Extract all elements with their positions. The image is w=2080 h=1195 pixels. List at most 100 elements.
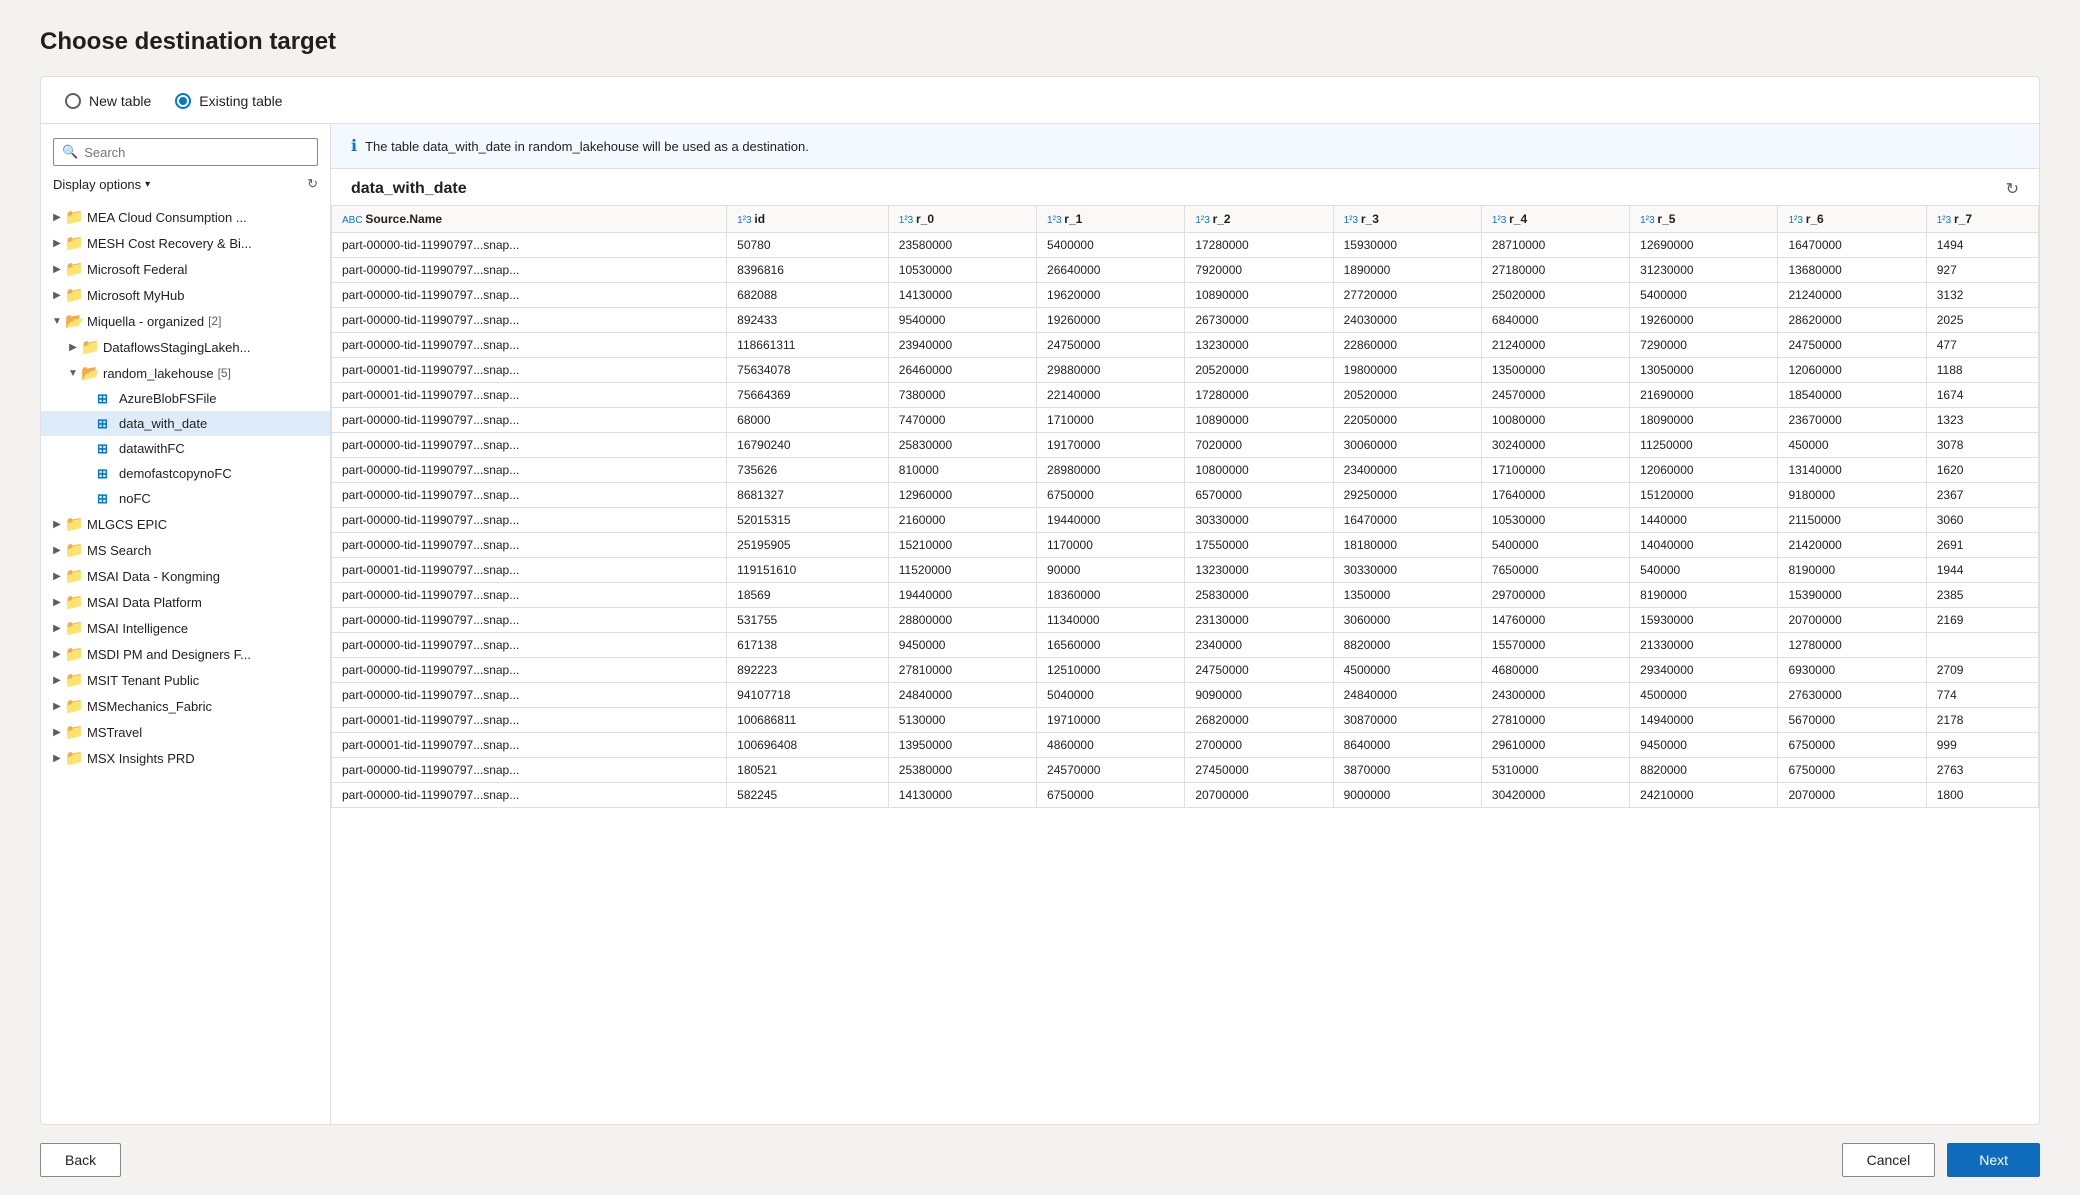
cell-r6-c8: 18540000 [1778, 383, 1926, 408]
cell-r8-c2: 25830000 [888, 433, 1036, 458]
folder-icon-msmech: 📁 [65, 697, 83, 715]
cell-r15-c4: 23130000 [1185, 608, 1333, 633]
tree-item-msai_intel[interactable]: ▶📁MSAI Intelligence [41, 615, 330, 641]
col-header-id[interactable]: 1²3 id [727, 206, 889, 233]
col-header-r_1[interactable]: 1²3 r_1 [1037, 206, 1185, 233]
tree-label-mesh: MESH Cost Recovery & Bi... [87, 236, 252, 251]
cell-r17-c8: 6930000 [1778, 658, 1926, 683]
radio-new-table[interactable] [65, 93, 81, 109]
cell-r0-c6: 28710000 [1481, 233, 1629, 258]
col-header-Source.Name[interactable]: ABC Source.Name [332, 206, 727, 233]
cell-r1-c4: 7920000 [1185, 258, 1333, 283]
cell-r12-c5: 18180000 [1333, 533, 1481, 558]
table-row: part-00000-tid-11990797...snap...1679024… [332, 433, 2039, 458]
tree-item-datawithfc[interactable]: ⊞datawithFC [41, 436, 330, 461]
cell-r4-c0: part-00000-tid-11990797...snap... [332, 333, 727, 358]
cell-r2-c1: 682088 [727, 283, 889, 308]
tree-item-mssearch[interactable]: ▶📁MS Search [41, 537, 330, 563]
table-icon-data_with_date: ⊞ [97, 415, 115, 432]
tree-item-mymhub[interactable]: ▶📁Microsoft MyHub [41, 282, 330, 308]
tab-new-table-label: New table [89, 93, 151, 109]
tree-item-msfederal[interactable]: ▶📁Microsoft Federal [41, 256, 330, 282]
tree-item-msit_tenant[interactable]: ▶📁MSIT Tenant Public [41, 667, 330, 693]
cell-r3-c4: 26730000 [1185, 308, 1333, 333]
info-banner: ℹ The table data_with_date in random_lak… [331, 124, 2039, 169]
tree-item-miquellaorg[interactable]: ▼📂Miquella - organized [2] [41, 308, 330, 334]
tree-label-msmech: MSMechanics_Fabric [87, 699, 212, 714]
cancel-button[interactable]: Cancel [1842, 1143, 1936, 1177]
cell-r6-c3: 22140000 [1037, 383, 1185, 408]
tree-label-nofc: noFC [119, 491, 151, 506]
cell-r17-c6: 4680000 [1481, 658, 1629, 683]
tree-item-random_lh[interactable]: ▼📂random_lakehouse [5] [41, 360, 330, 386]
col-header-r_5[interactable]: 1²3 r_5 [1630, 206, 1778, 233]
tree-item-msdi_pm[interactable]: ▶📁MSDI PM and Designers F... [41, 641, 330, 667]
cell-r0-c9: 1494 [1926, 233, 2038, 258]
cell-r6-c7: 21690000 [1630, 383, 1778, 408]
tree-item-nofc[interactable]: ⊞noFC [41, 486, 330, 511]
tree-item-demofastcopy[interactable]: ⊞demofastcopynoFC [41, 461, 330, 486]
next-button[interactable]: Next [1947, 1143, 2040, 1177]
tree-item-mstravel[interactable]: ▶📁MSTravel [41, 719, 330, 745]
back-button[interactable]: Back [40, 1143, 121, 1177]
col-header-r_6[interactable]: 1²3 r_6 [1778, 206, 1926, 233]
cell-r7-c1: 68000 [727, 408, 889, 433]
tab-new-table[interactable]: New table [65, 93, 151, 123]
cell-r19-c2: 5130000 [888, 708, 1036, 733]
col-header-r_3[interactable]: 1²3 r_3 [1333, 206, 1481, 233]
cell-r8-c5: 30060000 [1333, 433, 1481, 458]
cell-r5-c2: 26460000 [888, 358, 1036, 383]
cell-r11-c9: 3060 [1926, 508, 2038, 533]
display-options-row[interactable]: Display options ▾ ↻ [41, 172, 330, 200]
cell-r13-c9: 1944 [1926, 558, 2038, 583]
cell-r0-c0: part-00000-tid-11990797...snap... [332, 233, 727, 258]
col-header-r_0[interactable]: 1²3 r_0 [888, 206, 1036, 233]
tree-item-msxinsights[interactable]: ▶📁MSX Insights PRD [41, 745, 330, 771]
cell-r3-c5: 24030000 [1333, 308, 1481, 333]
radio-existing-table[interactable] [175, 93, 191, 109]
info-message: The table data_with_date in random_lakeh… [365, 139, 809, 154]
cell-r17-c9: 2709 [1926, 658, 2038, 683]
col-header-r_7[interactable]: 1²3 r_7 [1926, 206, 2038, 233]
data-grid-container[interactable]: ABC Source.Name1²3 id1²3 r_01²3 r_11²3 r… [331, 205, 2039, 1124]
cell-r16-c3: 16560000 [1037, 633, 1185, 658]
cell-r21-c1: 180521 [727, 758, 889, 783]
cell-r10-c4: 6570000 [1185, 483, 1333, 508]
col-header-r_4[interactable]: 1²3 r_4 [1481, 206, 1629, 233]
tree-label-data_with_date: data_with_date [119, 416, 207, 431]
refresh-icon[interactable]: ↻ [307, 176, 318, 192]
tree-item-msai_plat[interactable]: ▶📁MSAI Data Platform [41, 589, 330, 615]
col-type-r_0: 1²3 [899, 215, 916, 226]
cell-r14-c7: 8190000 [1630, 583, 1778, 608]
cell-r20-c6: 29610000 [1481, 733, 1629, 758]
table-refresh-icon[interactable]: ↻ [2006, 179, 2019, 199]
cell-r7-c5: 22050000 [1333, 408, 1481, 433]
cell-r15-c1: 531755 [727, 608, 889, 633]
cell-r3-c2: 9540000 [888, 308, 1036, 333]
cell-r2-c7: 5400000 [1630, 283, 1778, 308]
cell-r7-c8: 23670000 [1778, 408, 1926, 433]
cell-r9-c1: 735626 [727, 458, 889, 483]
tree-arrow-mesh: ▶ [49, 238, 65, 249]
col-header-r_2[interactable]: 1²3 r_2 [1185, 206, 1333, 233]
tree-item-dataflows[interactable]: ▶📁DataflowsStagingLakeh... [41, 334, 330, 360]
cell-r20-c7: 9450000 [1630, 733, 1778, 758]
tree-item-msmech[interactable]: ▶📁MSMechanics_Fabric [41, 693, 330, 719]
tab-existing-table[interactable]: Existing table [175, 93, 282, 123]
folder-icon-mlgcs: 📁 [65, 515, 83, 533]
search-box[interactable]: 🔍 [53, 138, 318, 166]
tree-item-azureblob[interactable]: ⊞AzureBlobFSFile [41, 386, 330, 411]
cell-r4-c8: 24750000 [1778, 333, 1926, 358]
search-input[interactable] [84, 145, 309, 160]
tree-item-mesh[interactable]: ▶📁MESH Cost Recovery & Bi... [41, 230, 330, 256]
tree-item-msai_kong[interactable]: ▶📁MSAI Data - Kongming [41, 563, 330, 589]
cell-r2-c9: 3132 [1926, 283, 2038, 308]
tree-label-mstravel: MSTravel [87, 725, 142, 740]
tree-item-mlgcs[interactable]: ▶📁MLGCS EPIC [41, 511, 330, 537]
tree-container[interactable]: ▶📁MEA Cloud Consumption ...▶📁MESH Cost R… [41, 200, 330, 1124]
cell-r21-c6: 5310000 [1481, 758, 1629, 783]
tree-item-mea[interactable]: ▶📁MEA Cloud Consumption ... [41, 204, 330, 230]
tree-item-data_with_date[interactable]: ⊞ data_with_date [41, 411, 330, 436]
cell-r3-c9: 2025 [1926, 308, 2038, 333]
cell-r18-c7: 4500000 [1630, 683, 1778, 708]
